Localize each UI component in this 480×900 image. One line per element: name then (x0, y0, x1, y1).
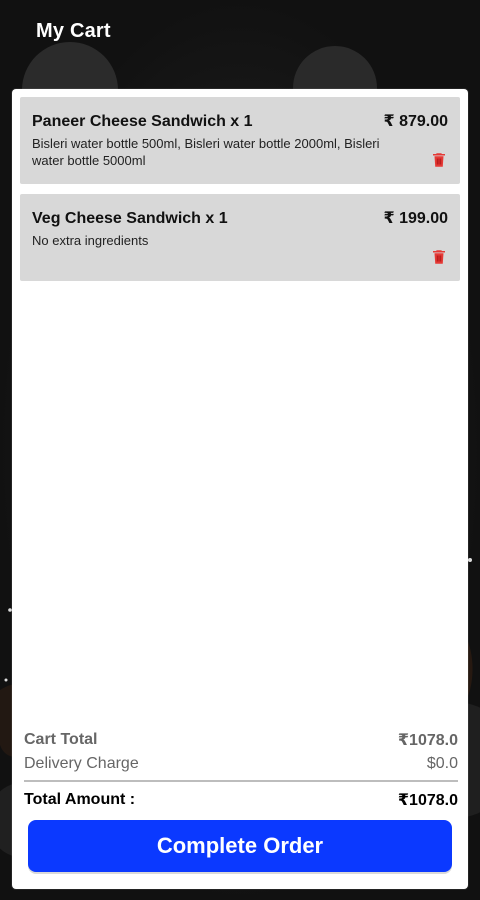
delete-item-button[interactable] (430, 247, 448, 267)
total-amount-row: Total Amount : ₹1078.0 (24, 788, 458, 812)
cart-item: Paneer Cheese Sandwich x 1 ₹ 879.00 Bisl… (20, 97, 460, 184)
cart-item: Veg Cheese Sandwich x 1 ₹ 199.00 No extr… (20, 194, 460, 281)
cart-panel: Paneer Cheese Sandwich x 1 ₹ 879.00 Bisl… (12, 89, 468, 889)
summary-divider (24, 780, 458, 782)
cart-item-title: Paneer Cheese Sandwich x 1 (32, 113, 253, 130)
delivery-charge-label: Delivery Charge (24, 755, 139, 772)
cart-item-description: Bisleri water bottle 500ml, Bisleri wate… (32, 136, 380, 168)
trash-icon (433, 153, 445, 167)
cart-total-label: Cart Total (24, 731, 98, 748)
cart-screen: My Cart Paneer Cheese Sandwich x 1 ₹ 879… (0, 0, 480, 900)
cart-item-header: Veg Cheese Sandwich x 1 ₹ 199.00 (32, 210, 448, 228)
cart-item-price: ₹ 199.00 (383, 210, 448, 227)
cart-item-title: Veg Cheese Sandwich x 1 (32, 210, 228, 227)
complete-order-button[interactable]: Complete Order (28, 820, 452, 872)
cart-item-description: No extra ingredients (32, 233, 149, 248)
cart-total-row: Cart Total ₹1078.0 (24, 728, 458, 752)
delivery-charge-row: Delivery Charge $0.0 (24, 752, 458, 776)
total-amount-value: ₹1078.0 (397, 792, 458, 809)
cart-item-price: ₹ 879.00 (383, 113, 448, 130)
delivery-charge-value: $0.0 (426, 755, 458, 772)
cart-item-header: Paneer Cheese Sandwich x 1 ₹ 879.00 (32, 113, 448, 131)
trash-icon (433, 250, 445, 264)
page-title: My Cart (36, 20, 111, 42)
order-summary: Cart Total ₹1078.0 Delivery Charge $0.0 … (24, 728, 458, 812)
app-header: My Cart (0, 0, 480, 64)
total-amount-label: Total Amount : (24, 791, 136, 808)
cart-total-value: ₹1078.0 (397, 732, 458, 749)
delete-item-button[interactable] (430, 150, 448, 170)
